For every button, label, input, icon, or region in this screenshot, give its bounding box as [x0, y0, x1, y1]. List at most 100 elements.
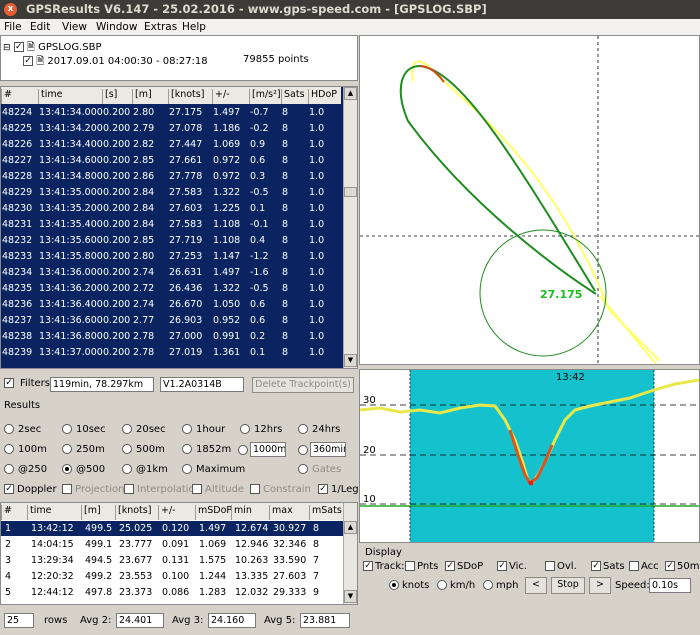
trackpoint-cell[interactable]: 1.0 — [309, 283, 324, 294]
trackpoint-cell[interactable]: 27.583 — [169, 219, 202, 230]
trackpoint-cell[interactable]: 13:41:34.400 — [39, 139, 103, 150]
runs-cell[interactable]: 0.120 — [162, 523, 189, 534]
runs-cell[interactable]: 25.025 — [119, 523, 152, 534]
trackpoint-cell[interactable]: -1.6 — [250, 267, 269, 278]
session-checkbox[interactable]: ✓ — [23, 56, 33, 66]
trackpoint-cell[interactable]: 48233 — [2, 251, 32, 262]
trackpoint-cell[interactable]: 8 — [282, 299, 288, 310]
trackpoint-cell[interactable]: 0.200 — [103, 267, 130, 278]
trackpoint-cell[interactable]: 48237 — [2, 315, 32, 326]
radio-icon[interactable] — [437, 580, 447, 590]
radio-icon[interactable] — [182, 424, 192, 434]
runs-cell[interactable]: 32.346 — [273, 539, 306, 550]
runs-cell[interactable]: 33.590 — [273, 555, 306, 566]
stop-button[interactable]: Stop — [551, 577, 585, 594]
runs-cell[interactable]: 0.100 — [162, 571, 189, 582]
trackpoint-cell[interactable]: 27.719 — [169, 235, 202, 246]
trackpoint-col-header[interactable]: +/- — [212, 89, 230, 104]
trackpoint-cell[interactable]: 48225 — [2, 123, 32, 134]
trackpoint-cell[interactable]: 48234 — [2, 267, 32, 278]
trackpoint-cell[interactable]: 0.200 — [103, 251, 130, 262]
menu-edit[interactable]: Edit — [30, 21, 50, 33]
menu-extras[interactable]: Extras — [144, 21, 177, 33]
runs-cell[interactable]: 7 — [313, 571, 319, 582]
trackpoint-cell[interactable]: 0.200 — [103, 315, 130, 326]
trackpoint-cell[interactable]: 48230 — [2, 203, 32, 214]
result-check[interactable]: Constrain — [250, 484, 311, 495]
trackpoint-cell[interactable]: 8 — [282, 155, 288, 166]
trackpoint-cell[interactable]: 0.972 — [213, 155, 240, 166]
trackpoint-cell[interactable]: 26.631 — [169, 267, 202, 278]
runs-cell[interactable]: 494.5 — [85, 555, 112, 566]
speed-graph[interactable]: 30 20 10 13:42 — [359, 369, 700, 543]
trackpoint-cell[interactable]: 13:41:34.800 — [39, 171, 103, 182]
trackpoint-cell[interactable]: 48228 — [2, 171, 32, 182]
trackpoint-cell[interactable]: 13:41:34.600 — [39, 155, 103, 166]
trackpoint-col-header[interactable]: Sats — [281, 89, 305, 104]
trackpoint-cell[interactable]: 2.84 — [133, 187, 154, 198]
runs-cell[interactable]: 23.777 — [119, 539, 152, 550]
display-check[interactable]: Pnts — [405, 561, 438, 572]
radio-icon[interactable] — [122, 464, 132, 474]
runs-col-header[interactable]: min — [231, 505, 252, 520]
trackpoint-cell[interactable]: 8 — [282, 331, 288, 342]
runs-cell[interactable]: 12.032 — [235, 587, 268, 598]
checkbox-icon[interactable]: ✓ — [497, 561, 507, 571]
display-check[interactable]: Ovl. — [545, 561, 577, 572]
trackpoint-cell[interactable]: 2.78 — [133, 331, 154, 342]
runs-cell[interactable]: 13.335 — [235, 571, 268, 582]
runs-cell[interactable]: 30.927 — [273, 523, 306, 534]
runs-cell[interactable]: 7 — [313, 555, 319, 566]
trackpoint-cell[interactable]: 26.436 — [169, 283, 202, 294]
radio-icon[interactable] — [122, 444, 132, 454]
result-option[interactable]: 500m — [122, 444, 165, 455]
result-option[interactable]: 100m — [4, 444, 47, 455]
runs-cell[interactable]: 12:20:32 — [31, 571, 74, 582]
trackpoint-cell[interactable]: 48236 — [2, 299, 32, 310]
trackpoint-cell[interactable]: 13:41:35.600 — [39, 235, 103, 246]
runs-cell[interactable]: 0.131 — [162, 555, 189, 566]
trackpoint-cell[interactable]: 13:41:36.800 — [39, 331, 103, 342]
trackpoint-cell[interactable]: 2.74 — [133, 299, 154, 310]
prev-button[interactable]: < — [525, 577, 547, 594]
trackpoint-cell[interactable]: 2.77 — [133, 315, 154, 326]
trackpoint-cell[interactable]: 2.85 — [133, 155, 154, 166]
runs-cell[interactable]: 1.069 — [199, 539, 226, 550]
radio-icon[interactable] — [62, 464, 72, 474]
radio-icon[interactable] — [298, 464, 308, 474]
checkbox-icon[interactable] — [192, 484, 202, 494]
trackpoint-cell[interactable]: 48238 — [2, 331, 32, 342]
trackpoint-cell[interactable]: -0.5 — [250, 283, 269, 294]
scroll-down-icon[interactable]: ▼ — [344, 354, 357, 367]
trackpoint-cell[interactable]: 8 — [282, 267, 288, 278]
trackpoint-cell[interactable]: 27.019 — [169, 347, 202, 358]
trackpoint-cell[interactable]: 13:41:35.400 — [39, 219, 103, 230]
result-option[interactable]: 250m — [62, 444, 105, 455]
display-check[interactable]: ✓ Track: — [363, 561, 405, 572]
trackpoint-cell[interactable]: 27.447 — [169, 139, 202, 150]
trackpoint-cell[interactable]: 8 — [282, 203, 288, 214]
radio-icon[interactable] — [4, 464, 14, 474]
display-check[interactable]: ✓ 50m — [665, 561, 699, 572]
runs-col-header[interactable]: mSats — [309, 505, 342, 520]
trackpoint-cell[interactable]: 1.0 — [309, 331, 324, 342]
unit-option[interactable]: knots — [389, 580, 429, 591]
trackpoint-cell[interactable]: 27.603 — [169, 203, 202, 214]
trackpoint-cell[interactable]: 1.0 — [309, 347, 324, 358]
trackpoint-cell[interactable]: 1.361 — [213, 347, 240, 358]
trackpoint-cell[interactable]: 0.200 — [103, 139, 130, 150]
display-check[interactable]: ✓ Vic. — [497, 561, 527, 572]
menu-file[interactable]: File — [4, 21, 22, 33]
trackpoint-cell[interactable]: -0.5 — [250, 187, 269, 198]
trackpoint-cell[interactable]: 1.0 — [309, 107, 324, 118]
result-option[interactable]: 12hrs — [240, 424, 282, 435]
scroll-thumb[interactable] — [344, 187, 357, 197]
trackpoint-cell[interactable]: 0.6 — [250, 299, 265, 310]
result-option[interactable]: 1hour — [182, 424, 225, 435]
result-option[interactable]: Maximum — [182, 464, 245, 475]
trackpoint-cell[interactable]: 0.200 — [103, 283, 130, 294]
track-map-svg[interactable]: 27.175 — [360, 36, 699, 365]
runs-scroll-down-icon[interactable]: ▼ — [344, 590, 357, 603]
trackpoint-cell[interactable]: 0.9 — [250, 139, 265, 150]
trackpoint-cell[interactable]: 0.200 — [103, 299, 130, 310]
